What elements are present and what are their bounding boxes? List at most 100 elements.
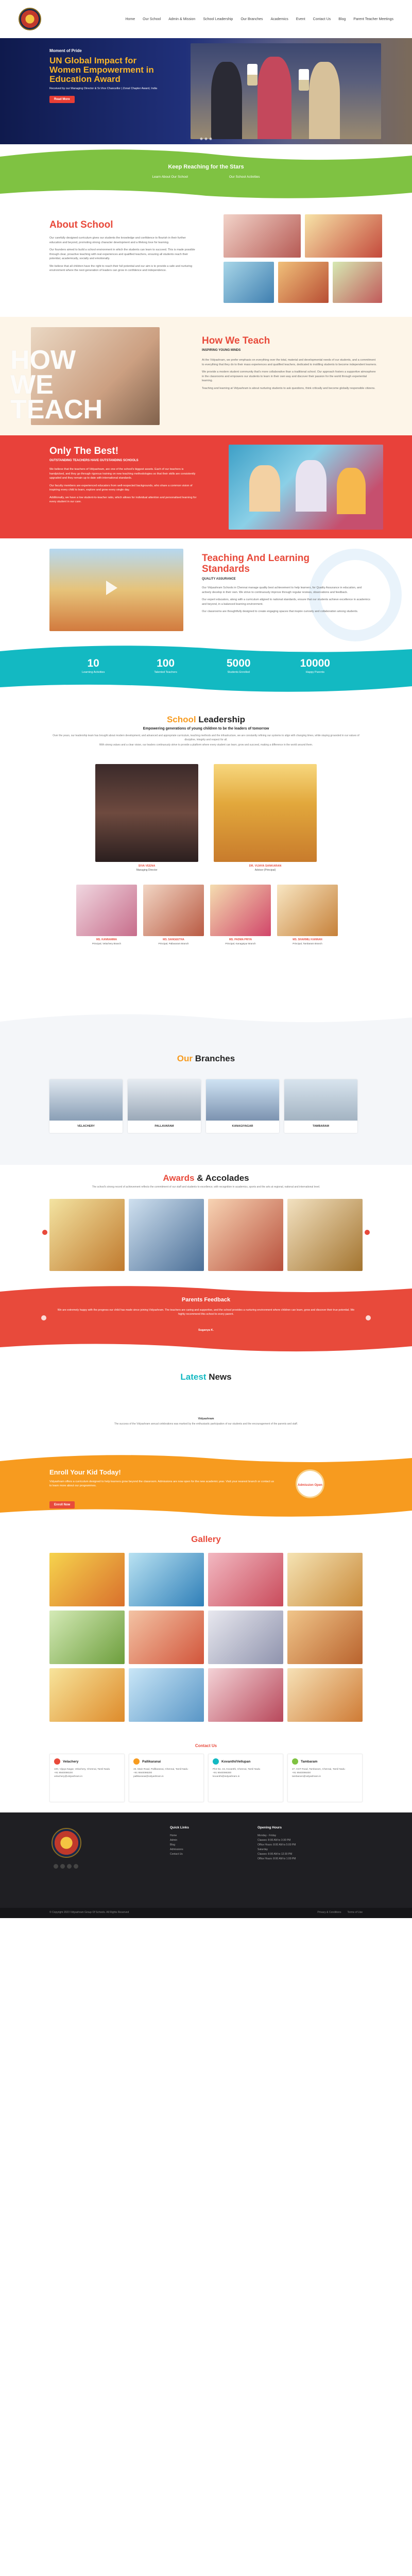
gallery-image[interactable]: [49, 1553, 125, 1606]
title-part: News: [209, 1372, 232, 1382]
contact-phone[interactable]: +91 9940098400: [292, 1771, 358, 1775]
how-title: How We Teach: [202, 335, 270, 346]
branch-card[interactable]: PALLAVARAM: [128, 1079, 201, 1133]
gallery-image[interactable]: [287, 1553, 363, 1606]
trophy-icon: [299, 69, 309, 91]
slider-dot[interactable]: [209, 138, 212, 140]
gallery-image[interactable]: [49, 1668, 125, 1722]
feedback-next-icon[interactable]: [366, 1315, 371, 1320]
contact-section: Contact Us Velachery 100, Vijaya Nagar, …: [0, 1735, 412, 1812]
gallery-image[interactable]: [129, 1553, 204, 1606]
principal-card[interactable]: MS. SHARMILI KANNAN Principal, Tambaram …: [277, 885, 338, 945]
principal-name: MS. KANNAMMA: [96, 938, 117, 941]
menu-item-event[interactable]: Event: [296, 18, 305, 21]
instagram-icon[interactable]: [67, 1864, 72, 1869]
award-photo[interactable]: [287, 1199, 363, 1271]
gallery-title: Gallery: [191, 1534, 221, 1544]
principal-card[interactable]: MS. PADMA PRIYA Principal, Kanagaiyur Br…: [210, 885, 271, 945]
gallery-image[interactable]: [208, 1611, 283, 1664]
reach-title: Keep Reaching for the Stars: [168, 164, 244, 170]
feedback-prev-icon[interactable]: [41, 1315, 46, 1320]
contact-email[interactable]: kovanthi@vidyashram.in: [213, 1775, 279, 1778]
gallery-image[interactable]: [129, 1668, 204, 1722]
menu-item-our-branches[interactable]: Our Branches: [241, 18, 263, 21]
menu-item-ptm[interactable]: Parent Teacher Meetings: [353, 18, 393, 21]
contact-email[interactable]: pallikaranai@vidyashram.in: [133, 1775, 199, 1778]
footer-link[interactable]: Admin: [170, 1838, 189, 1843]
enroll-button[interactable]: Enroll Now: [49, 1501, 75, 1509]
leader-card[interactable]: SIVA VEENA Managing Director: [95, 764, 198, 872]
learn-about-link[interactable]: Learn About Our School: [152, 175, 188, 179]
school-logo[interactable]: [19, 8, 41, 30]
play-icon[interactable]: [106, 581, 117, 595]
gallery-image[interactable]: [287, 1611, 363, 1664]
twitter-icon[interactable]: [60, 1864, 65, 1869]
feedback-title: Parents Feedback: [181, 1297, 231, 1303]
branch-card[interactable]: VELACHERY: [49, 1079, 123, 1133]
gallery-image[interactable]: [287, 1668, 363, 1722]
privacy-link[interactable]: Privacy & Conditions: [317, 1911, 341, 1914]
menu-item-blog[interactable]: Blog: [338, 18, 346, 21]
youtube-icon[interactable]: [74, 1864, 78, 1869]
only-the-best-section: Only The Best! OUTSTANDING TEACHERS HAVE…: [0, 435, 412, 538]
gallery-image[interactable]: [208, 1553, 283, 1606]
menu-item-contact[interactable]: Contact Us: [313, 18, 331, 21]
footer-link[interactable]: Blog: [170, 1843, 189, 1848]
title-part: Our: [177, 1054, 193, 1063]
quick-links-title: Quick Links: [170, 1826, 189, 1829]
footer-link[interactable]: Contact Us: [170, 1852, 189, 1857]
carousel-next-icon[interactable]: [365, 1230, 370, 1235]
award-photo[interactable]: [49, 1199, 125, 1271]
footer-logo[interactable]: [52, 1828, 81, 1858]
contact-phone[interactable]: +91 9940098200: [133, 1771, 199, 1775]
stat-number: 10: [87, 657, 99, 669]
menu-item-admin-mission[interactable]: Admin & Mission: [168, 18, 195, 21]
awards-title: Awards & Accolades: [0, 1173, 412, 1183]
location-icon: [54, 1758, 60, 1765]
carousel-prev-icon[interactable]: [42, 1230, 47, 1235]
about-title: About School: [49, 219, 113, 230]
branch-name: Tambaram: [301, 1759, 318, 1764]
leadership-title: School Leadership: [0, 715, 412, 725]
gallery-image[interactable]: [129, 1611, 204, 1664]
contact-phone[interactable]: +91 9940098100: [54, 1771, 120, 1775]
school-leadership-section: School Leadership Empowering generations…: [0, 693, 412, 1010]
statistics-band: 10 Learning Activities 100 Talented Teache…: [0, 644, 412, 693]
slider-dot[interactable]: [200, 138, 203, 140]
how-tagline: INSPIRING YOUNG MINDS: [202, 349, 241, 352]
teacher-figure: [337, 468, 366, 514]
about-photo: [305, 214, 382, 258]
hero-read-more-button[interactable]: Read More: [49, 96, 75, 103]
activities-link[interactable]: Our School Activities: [229, 175, 260, 179]
teacher-figure: [249, 465, 280, 512]
best-paragraph: We believe that the teachers of Vidyashr…: [49, 468, 196, 480]
slider-dot[interactable]: [204, 138, 208, 140]
menu-item-home[interactable]: Home: [125, 18, 135, 21]
award-photo[interactable]: [208, 1199, 283, 1271]
footer-link[interactable]: Admissions: [170, 1848, 189, 1852]
principal-card[interactable]: MS. KANNAMMA Principal, Velachery Branch: [76, 885, 137, 945]
award-photo[interactable]: [129, 1199, 204, 1271]
news-item-title[interactable]: Vidyashram: [77, 1417, 335, 1420]
gallery-image[interactable]: [208, 1668, 283, 1722]
teach-paragraph: Our expert educators, along with a curri…: [202, 598, 370, 606]
leader-card[interactable]: DR. VIJAYA SANKARAN Advisor (Principal): [214, 764, 317, 872]
decorative-wave: [0, 144, 412, 201]
footer-link[interactable]: Home: [170, 1834, 189, 1838]
hours-line: Monday - Friday: [258, 1834, 277, 1837]
menu-item-academics[interactable]: Academics: [271, 18, 288, 21]
stat-label: Happy Parents: [305, 671, 324, 674]
facebook-icon[interactable]: [54, 1864, 58, 1869]
gallery-image[interactable]: [49, 1611, 125, 1664]
branch-card[interactable]: KANAGIYAGAR: [206, 1079, 279, 1133]
feedback-quote: We are extremely happy with the progress…: [57, 1309, 355, 1316]
terms-link[interactable]: Terms of Use: [348, 1911, 363, 1914]
branch-card[interactable]: TAMBARAM: [284, 1079, 357, 1133]
principal-card[interactable]: MS. SANGEETHA Principal, Pallavaram Bran…: [143, 885, 204, 945]
menu-item-school-leadership[interactable]: School Leadership: [203, 18, 233, 21]
contact-phone[interactable]: +91 9940098300: [213, 1771, 279, 1775]
hero-kicker: Moment of Pride: [49, 48, 82, 53]
contact-email[interactable]: tambaram@vidyashram.in: [292, 1775, 358, 1778]
contact-email[interactable]: velachery@vidyashram.in: [54, 1775, 120, 1778]
menu-item-our-school[interactable]: Our School: [143, 18, 161, 21]
